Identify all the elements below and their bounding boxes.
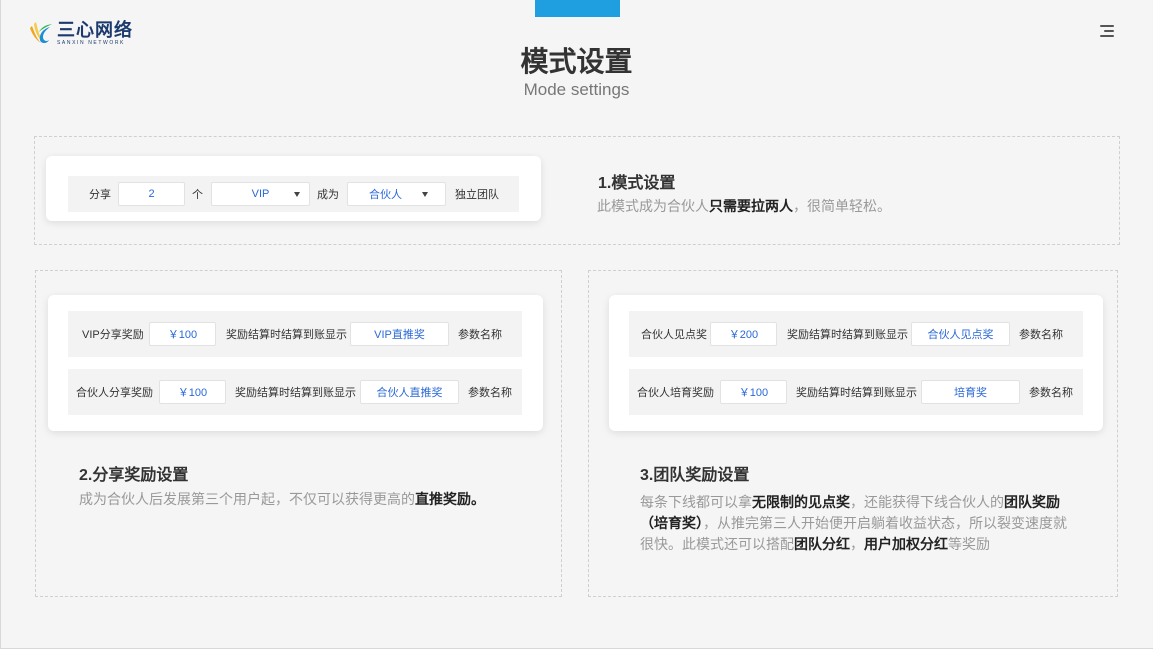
row-mid-label: 奖励结算时结算到账显示 [796,387,917,399]
row-label: VIP分享奖励 [82,329,144,341]
row-label: 合伙人见点奖 [641,329,707,341]
share-count-input[interactable]: 2 [118,182,185,206]
amount-input[interactable]: ￥100 [159,380,226,404]
become-label: 成为 [317,189,339,201]
param-name-input[interactable]: 合伙人直推奖 [360,380,459,404]
row-tail-label: 参数名称 [458,329,502,341]
role-select[interactable]: 合伙人 [347,182,446,206]
row-mid-label: 奖励结算时结算到账显示 [787,329,908,341]
row-label: 合伙人分享奖励 [76,387,153,399]
logo: 三心网络 SANXIN NETWORK [28,20,133,46]
menu-icon[interactable] [1098,24,1114,38]
role-select-value: 合伙人 [369,189,402,201]
param-name-input[interactable]: 培育奖 [921,380,1020,404]
logo-text-cn: 三心网络 [57,20,133,40]
unit-label: 个 [192,189,203,201]
page-subtitle: Mode settings [523,80,630,99]
page-title: 模式设置 [520,46,633,77]
row-tail-label: 参数名称 [468,387,512,399]
mode-card: 分享 2 个 VIP 成为 合伙人 独立团队 [46,156,541,221]
row-mid-label: 奖励结算时结算到账显示 [226,329,347,341]
row-label: 合伙人培育奖励 [637,387,714,399]
amount-input[interactable]: ￥200 [710,322,777,346]
top-accent-tab[interactable] [535,0,620,17]
amount-input[interactable]: ￥100 [149,322,216,346]
team-reward-card: 合伙人见点奖 ￥200 奖励结算时结算到账显示 合伙人见点奖 参数名称 合伙人培… [609,295,1103,431]
team-reward-heading: 3.团队奖励设置 [640,467,750,484]
team-reward-desc: 每条下线都可以拿无限制的见点奖，还能获得下线合伙人的团队奖励（培育奖），从推完第… [640,494,1067,552]
share-label: 分享 [89,189,111,201]
logo-mark-icon [30,22,52,43]
mode-row: 分享 2 个 VIP 成为 合伙人 独立团队 [68,176,519,212]
share-reward-heading: 2.分享奖励设置 [79,467,189,484]
level-select-value: VIP [251,188,270,200]
team-suffix-label: 独立团队 [455,189,499,201]
mode-heading: 1.模式设置 [598,175,676,192]
level-select[interactable]: VIP [211,182,310,206]
share-reward-row: 合伙人分享奖励 ￥100 奖励结算时结算到账显示 合伙人直推奖 参数名称 [68,369,522,415]
caret-down-icon [422,192,428,197]
mode-desc: 此模式成为合伙人只需要拉两人，很简单轻松。 [597,198,891,214]
amount-input[interactable]: ￥100 [720,380,787,404]
share-reward-desc: 成为合伙人后发展第三个用户起，不仅可以获得更高的直推奖励。 [79,491,485,507]
team-reward-row: 合伙人培育奖励 ￥100 奖励结算时结算到账显示 培育奖 参数名称 [629,369,1083,415]
row-tail-label: 参数名称 [1029,387,1073,399]
share-reward-row: VIP分享奖励 ￥100 奖励结算时结算到账显示 VIP直推奖 参数名称 [68,311,522,357]
caret-down-icon [294,192,300,197]
team-reward-row: 合伙人见点奖 ￥200 奖励结算时结算到账显示 合伙人见点奖 参数名称 [629,311,1083,357]
param-name-input[interactable]: 合伙人见点奖 [911,322,1010,346]
row-tail-label: 参数名称 [1019,329,1063,341]
param-name-input[interactable]: VIP直推奖 [350,322,449,346]
share-reward-card: VIP分享奖励 ￥100 奖励结算时结算到账显示 VIP直推奖 参数名称 合伙人… [48,295,543,431]
row-mid-label: 奖励结算时结算到账显示 [235,387,356,399]
